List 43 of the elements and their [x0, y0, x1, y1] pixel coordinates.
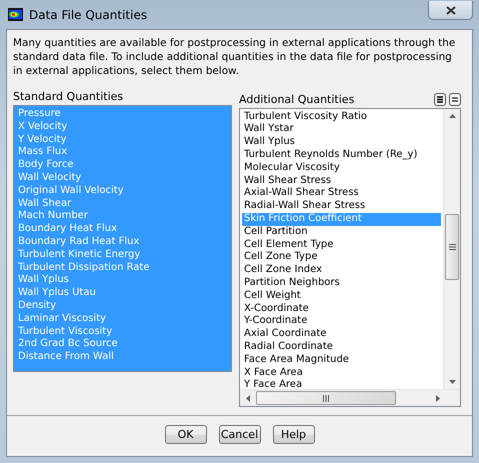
- list-item[interactable]: Cell Weight: [242, 290, 441, 303]
- list-item[interactable]: Radial-Wall Shear Stress: [242, 200, 441, 213]
- horizontal-scrollbar[interactable]: [240, 389, 460, 406]
- deselect-all-button[interactable]: [449, 92, 461, 106]
- list-item[interactable]: Y Face Area: [242, 379, 441, 389]
- equals-icon: [452, 96, 458, 102]
- close-button[interactable]: [428, 1, 473, 20]
- description-text: Many quantities are available for postprocessing in external applications through the standard data file. To include additional quantities in the data file for postprocessing in external applications, select them below.: [13, 36, 456, 78]
- dialog-button[interactable]: Cancel: [218, 425, 260, 444]
- list-item[interactable]: Partition Neighbors: [242, 276, 441, 290]
- select-all-button[interactable]: [434, 92, 446, 106]
- app-icon: [8, 8, 23, 21]
- list-item[interactable]: Wall Yplus: [242, 136, 441, 149]
- list-item[interactable]: Y-Coordinate: [242, 315, 441, 328]
- list-item[interactable]: Radial Coordinate: [242, 340, 441, 354]
- list-item[interactable]: Turbulent Viscosity Ratio: [242, 110, 441, 124]
- list-item[interactable]: Molecular Viscosity: [242, 162, 441, 175]
- left-arrow-icon[interactable]: [246, 394, 250, 402]
- list-item[interactable]: Cell Element Type: [242, 238, 441, 252]
- list-item[interactable]: Cell Zone Type: [242, 251, 441, 264]
- down-arrow-icon[interactable]: [448, 380, 456, 384]
- list-item[interactable]: X-Coordinate: [242, 302, 441, 316]
- list-item[interactable]: Turbulent Reynolds Number (Re_y): [242, 148, 441, 162]
- list-item[interactable]: X Face Area: [242, 366, 441, 380]
- list-item[interactable]: Axial Coordinate: [242, 328, 441, 341]
- list-item[interactable]: Cell Partition: [242, 226, 441, 239]
- window-title: Data File Quantities: [29, 8, 148, 22]
- list-heading: Standard Quantities: [13, 90, 124, 103]
- list-item[interactable]: Cell Zone Index: [242, 264, 441, 277]
- right-arrow-icon[interactable]: [436, 394, 440, 402]
- lines-icon: [437, 96, 443, 103]
- list-item[interactable]: Face Area Magnitude: [242, 354, 441, 366]
- grip-icon: [323, 394, 329, 402]
- list-item[interactable]: Axial-Wall Shear Stress: [242, 187, 441, 200]
- list-item[interactable]: Wall Shear Stress: [242, 174, 441, 188]
- up-arrow-icon[interactable]: [448, 114, 456, 118]
- close-icon: [446, 6, 456, 14]
- dialog-button[interactable]: Help: [272, 425, 314, 444]
- grip-icon: [448, 244, 456, 250]
- list-heading: Additional Quantities: [239, 92, 356, 106]
- dialog-button[interactable]: OK: [164, 425, 206, 444]
- list-item[interactable]: Wall Ystar: [242, 123, 441, 136]
- vertical-scrollbar[interactable]: [443, 108, 460, 389]
